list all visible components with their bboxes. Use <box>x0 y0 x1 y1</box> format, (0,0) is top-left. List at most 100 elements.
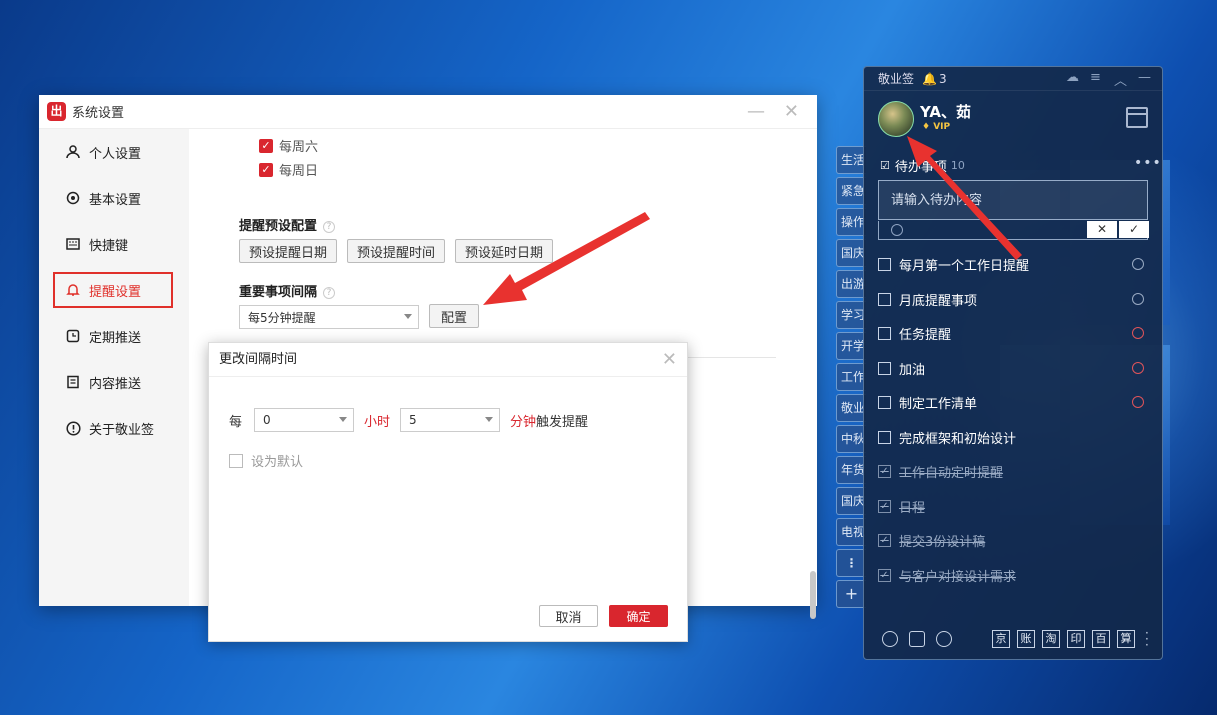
side-tab[interactable]: 操作 <box>836 208 866 236</box>
hours-unit-label: 小时 <box>364 414 391 430</box>
task-checkbox[interactable] <box>878 430 891 444</box>
side-tab[interactable]: 中秋 <box>836 425 866 453</box>
sunday-checkbox[interactable]: ✓ 每周日 <box>259 160 318 179</box>
interval-select[interactable]: 每5分钟提醒 <box>239 305 419 329</box>
clock-icon[interactable] <box>1132 293 1144 305</box>
side-tab[interactable]: 出游 <box>836 270 866 298</box>
task-item[interactable]: 任务提醒 <box>878 322 1150 344</box>
side-tab-more-button[interactable]: ⋮ <box>836 549 866 577</box>
nav-content-push[interactable]: 内容推送 <box>39 359 189 405</box>
side-tab[interactable]: 开学 <box>836 332 866 360</box>
cloud-sync-icon[interactable]: ☁ <box>1066 70 1079 85</box>
task-item-done[interactable]: ✓ 提交3份设计稿 <box>878 529 1150 551</box>
hours-select[interactable]: 0 <box>254 408 355 432</box>
collapse-icon[interactable]: ︿ <box>1114 70 1127 89</box>
interval-select-value: 每5分钟提醒 <box>248 310 316 325</box>
task-item-done[interactable]: ✓ 工作自动定时提醒 <box>878 460 1150 482</box>
clock-icon[interactable] <box>1132 327 1144 339</box>
task-item[interactable]: 加油 <box>878 357 1150 379</box>
side-tab[interactable]: 敬业 <box>836 394 866 422</box>
dialog-close-button[interactable]: ✕ <box>662 349 677 370</box>
settings-titlebar[interactable]: 出 系统设置 <box>39 95 817 129</box>
help-icon[interactable]: ? <box>323 286 336 299</box>
clock-icon[interactable] <box>1132 362 1144 374</box>
quick-link-print[interactable]: 印 <box>1067 630 1085 648</box>
task-checkbox-checked[interactable]: ✓ <box>878 533 891 547</box>
bell-icon[interactable]: 🔔 <box>922 72 937 86</box>
close-button[interactable]: ✕ <box>784 101 799 122</box>
task-item-done[interactable]: ✓ 与客户对接设计需求 <box>878 564 1150 586</box>
task-item-done[interactable]: ✓ 日程 <box>878 495 1150 517</box>
settings-scrollbar[interactable] <box>810 571 816 619</box>
task-checkbox-checked[interactable]: ✓ <box>878 464 891 478</box>
preset-time-button[interactable]: 预设提醒时间 <box>347 239 445 263</box>
preset-date-button[interactable]: 预设提醒日期 <box>239 239 337 263</box>
quick-link-jd[interactable]: 京 <box>992 630 1010 648</box>
task-item[interactable]: 月底提醒事项 <box>878 288 1150 310</box>
config-button[interactable]: 配置 <box>429 304 479 328</box>
nav-personal-settings[interactable]: 个人设置 <box>39 129 189 175</box>
clock-icon[interactable] <box>882 631 898 647</box>
todo-input[interactable] <box>878 180 1148 220</box>
quick-link-calculator[interactable]: 算 <box>1117 630 1135 648</box>
task-checkbox[interactable] <box>878 257 891 271</box>
search-icon[interactable] <box>936 631 952 647</box>
user-icon <box>65 144 81 160</box>
task-text: 加油 <box>899 362 926 378</box>
side-tab[interactable]: 年货 <box>836 456 866 484</box>
more-options-icon[interactable]: ••• <box>1134 155 1162 171</box>
avatar[interactable] <box>878 101 914 137</box>
clock-icon[interactable] <box>1132 396 1144 408</box>
input-confirm-button[interactable]: ✓ <box>1119 221 1149 238</box>
input-cancel-button[interactable]: ✕ <box>1087 221 1117 238</box>
preset-delay-button[interactable]: 预设延时日期 <box>455 239 553 263</box>
nav-scheduled-push[interactable]: 定期推送 <box>39 313 189 359</box>
task-checkbox[interactable] <box>878 326 891 340</box>
calendar-icon[interactable] <box>1126 107 1148 128</box>
minutes-select[interactable]: 5 <box>400 408 501 432</box>
side-tab[interactable]: 生活 <box>836 146 866 174</box>
nav-shortcuts[interactable]: 快捷键 <box>39 221 189 267</box>
minimize-icon[interactable]: — <box>1138 70 1151 85</box>
side-tab[interactable]: 工作 <box>836 363 866 391</box>
reminder-clock-icon[interactable] <box>891 224 903 236</box>
quick-link-baidu[interactable]: 百 <box>1092 630 1110 648</box>
quick-link-account[interactable]: 账 <box>1017 630 1035 648</box>
minimize-button[interactable]: — <box>747 101 765 122</box>
quick-link-taobao[interactable]: 淘 <box>1042 630 1060 648</box>
clock-icon[interactable] <box>1132 258 1144 270</box>
interval-label: 重要事项间隔 <box>239 285 318 300</box>
task-checkbox-checked[interactable]: ✓ <box>878 568 891 582</box>
side-tab[interactable]: 学习 <box>836 301 866 329</box>
todo-header[interactable]: ☑ 待办事项 10 <box>880 156 965 175</box>
nav-label: 快捷键 <box>89 238 129 254</box>
task-checkbox[interactable] <box>878 361 891 375</box>
nav-basic-settings[interactable]: 基本设置 <box>39 175 189 221</box>
nav-reminder-settings[interactable]: 提醒设置 <box>53 272 173 308</box>
nav-about[interactable]: 关于敬业签 <box>39 405 189 451</box>
task-text: 日程 <box>899 500 926 516</box>
add-category-button[interactable]: + <box>836 580 866 608</box>
side-tab[interactable]: 国庆 <box>836 239 866 267</box>
side-tab[interactable]: 国庆 <box>836 487 866 515</box>
task-text: 月底提醒事项 <box>899 293 978 309</box>
menu-icon[interactable]: ≡ <box>1090 70 1101 85</box>
side-tab[interactable]: 电视 <box>836 518 866 546</box>
task-checkbox[interactable] <box>878 292 891 306</box>
panel-topbar[interactable]: 敬业签 🔔 3 ☁ ≡ ︿ — <box>864 67 1162 91</box>
task-checkbox-checked[interactable]: ✓ <box>878 499 891 513</box>
set-default-checkbox[interactable]: 设为默认 <box>229 451 303 470</box>
task-item[interactable]: 制定工作清单 <box>878 391 1150 413</box>
more-vertical-icon[interactable]: · · · <box>1145 627 1149 651</box>
every-label: 每 <box>229 414 243 430</box>
task-item[interactable]: 每月第一个工作日提醒 <box>878 253 1150 275</box>
help-icon[interactable]: ? <box>323 220 336 233</box>
side-tab[interactable]: 紧急 <box>836 177 866 205</box>
confirm-button[interactable]: 确定 <box>609 605 668 627</box>
task-text: 任务提醒 <box>899 327 952 343</box>
saturday-checkbox[interactable]: ✓ 每周六 <box>259 136 318 155</box>
done-list-icon[interactable] <box>909 631 925 647</box>
cancel-button[interactable]: 取消 <box>539 605 598 627</box>
task-checkbox[interactable] <box>878 395 891 409</box>
task-item[interactable]: 完成框架和初始设计 <box>878 426 1150 448</box>
